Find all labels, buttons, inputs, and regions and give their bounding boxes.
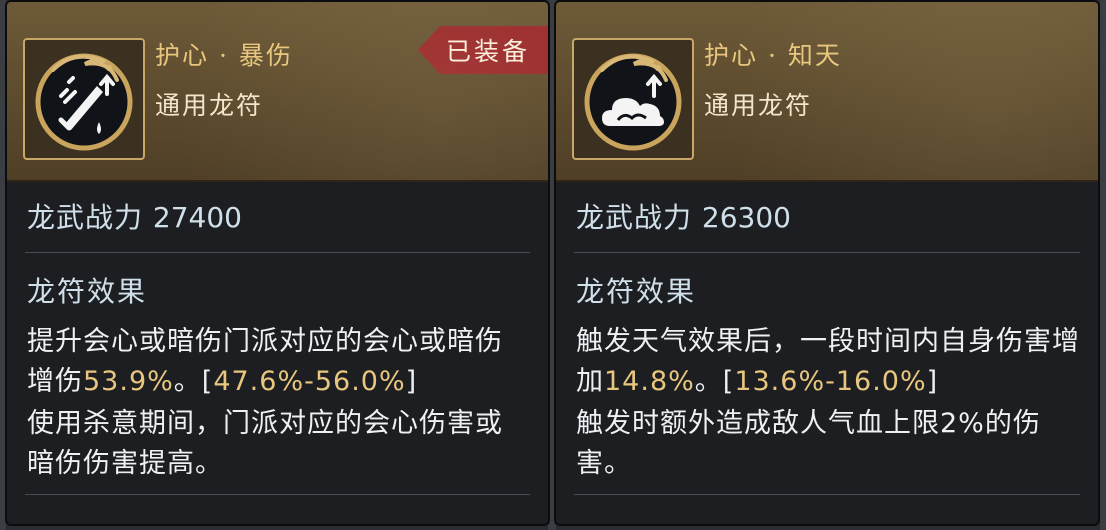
desc-separator: 。[: [173, 366, 214, 397]
cloud-weather-icon: [584, 53, 682, 151]
talisman-type: 通用龙符: [155, 91, 264, 120]
desc-separator: 。[: [694, 366, 735, 397]
effect-value: 53.9%: [83, 366, 174, 397]
power-value: 27400: [152, 201, 242, 234]
effect-range: 47.6%-56.0%: [213, 366, 406, 397]
card-header: 护心 · 知天 通用龙符: [556, 2, 1098, 182]
effect-title: 龙符效果: [576, 275, 697, 308]
desc-bracket: ]: [405, 366, 418, 397]
talisman-card-1[interactable]: 护心 · 暴伤 通用龙符 已装备 龙武战力 27400 龙符效果 提升会心或暗伤…: [5, 0, 550, 526]
equipped-badge: 已装备: [418, 26, 548, 74]
effect-title: 龙符效果: [27, 275, 148, 308]
effect-range: 13.6%-16.0%: [734, 366, 927, 397]
effect-value: 14.8%: [604, 366, 695, 397]
power-label: 龙武战力: [27, 201, 144, 234]
talisman-card-2[interactable]: 护心 · 知天 通用龙符 龙武战力 26300 龙符效果 触发天气效果后，一段时…: [554, 0, 1100, 526]
divider: [574, 252, 1080, 253]
power-label: 龙武战力: [576, 201, 693, 234]
talisman-icon-frame: [572, 38, 694, 160]
power-rating: 龙武战力 26300: [576, 196, 791, 236]
divider: [25, 252, 530, 253]
power-rating: 龙武战力 27400: [27, 196, 242, 236]
effect-description-1: 提升会心或暗伤门派对应的会心或暗伤增伤53.9%。[47.6%-56.0%]: [27, 322, 530, 402]
card-header: 护心 · 暴伤 通用龙符 已装备: [7, 2, 548, 182]
effect-description-2: 使用杀意期间，门派对应的会心伤害或暗伤伤害提高。: [27, 408, 503, 479]
divider-bottom: [574, 494, 1080, 495]
sword-crit-icon: [35, 53, 133, 151]
divider-bottom: [25, 494, 530, 495]
talisman-name: 护心 · 暴伤: [155, 41, 293, 70]
background-right-strip: [1100, 0, 1106, 530]
desc-bracket: ]: [926, 366, 939, 397]
power-value: 26300: [701, 201, 791, 234]
talisman-icon-frame: [23, 38, 145, 160]
effect-description-2: 触发时额外造成敌人气血上限2%的伤害。: [576, 408, 1041, 479]
effect-description-1: 触发天气效果后，一段时间内自身伤害增加14.8%。[13.6%-16.0%]: [576, 322, 1080, 402]
talisman-name: 护心 · 知天: [704, 41, 842, 70]
talisman-type: 通用龙符: [704, 91, 813, 120]
